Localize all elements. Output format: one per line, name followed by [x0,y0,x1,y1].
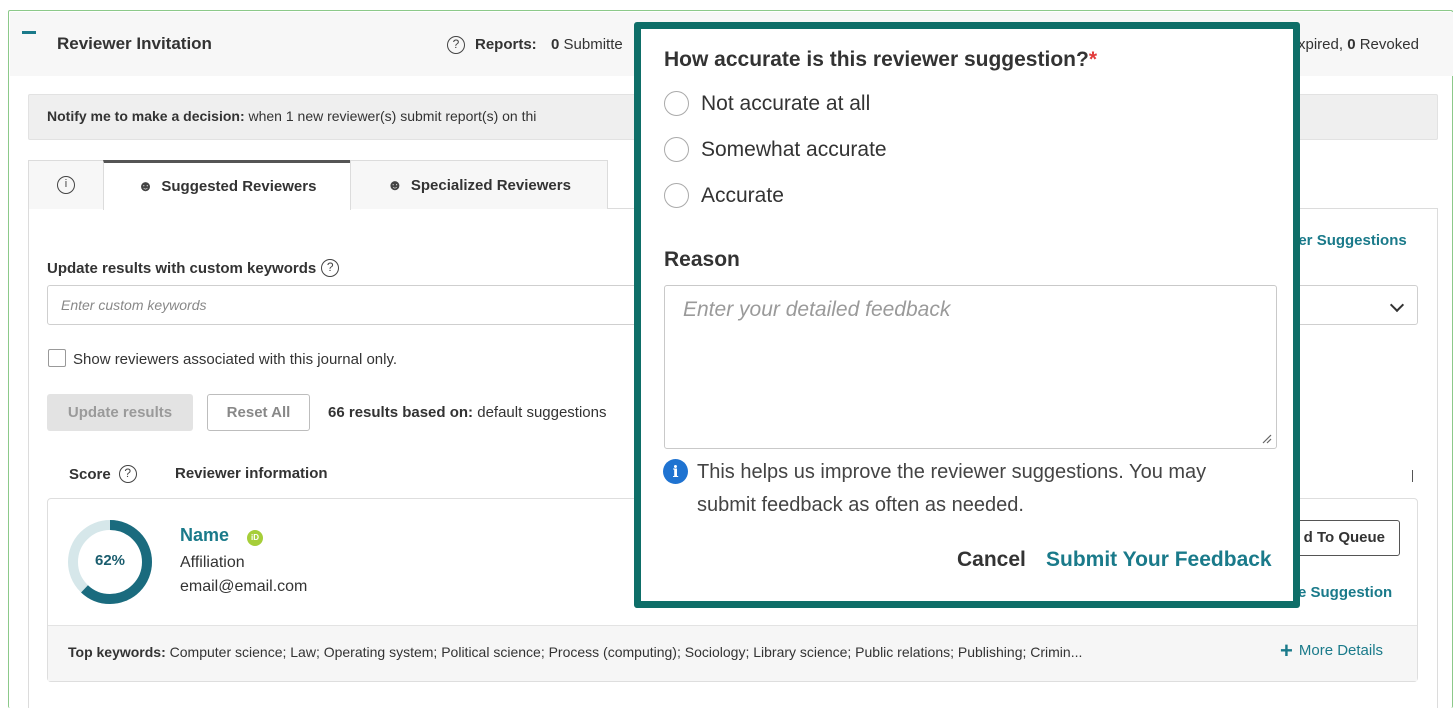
reports-submitted: 0 Submitte [551,36,623,53]
keywords-list: Computer science; Law; Operating system;… [169,644,1083,660]
orcid-icon[interactable]: iD [247,530,263,546]
results-basis: default suggestions [477,404,607,421]
column-divider [1412,470,1413,482]
users-icon: ☻ [387,176,403,194]
users-icon: ☻ [137,178,154,195]
custom-keywords-label: Update results with custom keywords ? [47,259,340,277]
submitted-text: Submitte [563,36,623,53]
option-label: Somewhat accurate [701,137,887,161]
reason-label: Reason [664,248,740,271]
results-count: 66 results based on: [328,404,474,421]
cancel-button[interactable]: Cancel [957,548,1026,572]
reports-expired-revoked: xpired, 0 Revoked [1298,36,1419,53]
resize-handle-icon[interactable] [1262,434,1272,444]
option-somewhat-accurate[interactable]: Somewhat accurate [664,137,887,162]
submitted-count: 0 [551,36,560,53]
option-not-accurate[interactable]: Not accurate at all [664,91,870,116]
radio-button[interactable] [664,91,689,116]
tab-info[interactable]: i [28,160,104,209]
notify-text: Notify me to make a decision: when 1 new… [47,108,536,124]
reviewer-affiliation: Affiliation [180,554,245,571]
reason-textarea[interactable] [664,285,1277,449]
required-asterisk: * [1088,48,1097,71]
reports-label: Reports: [475,36,537,53]
journal-only-checkbox[interactable] [48,349,66,367]
add-to-queue-button[interactable]: d To Queue [1290,520,1400,556]
reports-help-icon[interactable]: ? [447,36,465,54]
notify-condition: when 1 new reviewer(s) submit report(s) … [248,108,537,124]
info-circle-icon: i [57,176,75,194]
option-accurate[interactable]: Accurate [664,183,784,208]
score-help-icon[interactable]: ? [118,465,137,483]
custom-keywords-text: Update results with custom keywords [47,259,317,277]
feedback-question: How accurate is this reviewer suggestion… [664,48,1097,72]
radio-button[interactable] [664,137,689,162]
more-details-link[interactable]: + More Details [1280,638,1384,663]
info-icon: i [663,459,688,484]
reviewer-info-column-header: Reviewer information [175,465,328,482]
rate-suggestion-link[interactable]: e Suggestion [1298,584,1392,601]
tab-specialized-reviewers[interactable]: ☻ Specialized Reviewers [350,160,608,209]
score-value: 62% [94,552,126,569]
feedback-help-text: This helps us improve the reviewer sugge… [697,461,1207,516]
top-keywords: Top keywords: Computer science; Law; Ope… [68,644,1270,660]
journal-only-label: Show reviewers associated with this jour… [73,351,398,368]
reviewer-email: email@email.com [180,578,308,595]
option-label: Accurate [701,183,784,207]
expired-text: xpired, [1298,36,1344,53]
notify-label: Notify me to make a decision: [47,108,245,124]
view-suggestions-link[interactable]: ver Suggestions [1290,232,1407,249]
plus-icon: + [1280,638,1293,663]
keywords-help-icon[interactable]: ? [321,259,340,277]
results-summary: 66 results based on: default suggestions [328,404,607,421]
tab-label: Specialized Reviewers [410,176,571,194]
tab-suggested-reviewers[interactable]: ☻ Suggested Reviewers [103,160,351,210]
more-details-text: More Details [1298,642,1384,659]
revoked-text: Revoked [1359,36,1419,53]
submit-feedback-button[interactable]: Submit Your Feedback [1046,548,1272,572]
collapse-minus-icon[interactable] [22,31,36,34]
keywords-label: Top keywords: [68,644,166,660]
question-text: How accurate is this reviewer suggestion… [664,48,1089,71]
reviewer-name-link[interactable]: Name [180,525,229,546]
score-column-header: Score ? [69,465,137,483]
tab-label: Suggested Reviewers [161,178,317,195]
option-label: Not accurate at all [701,91,871,115]
panel-title: Reviewer Invitation [57,34,212,53]
update-results-button[interactable]: Update results [47,394,193,431]
reset-all-button[interactable]: Reset All [207,394,310,431]
radio-button[interactable] [664,183,689,208]
revoked-count: 0 [1347,36,1356,53]
score-header-text: Score [69,465,111,483]
